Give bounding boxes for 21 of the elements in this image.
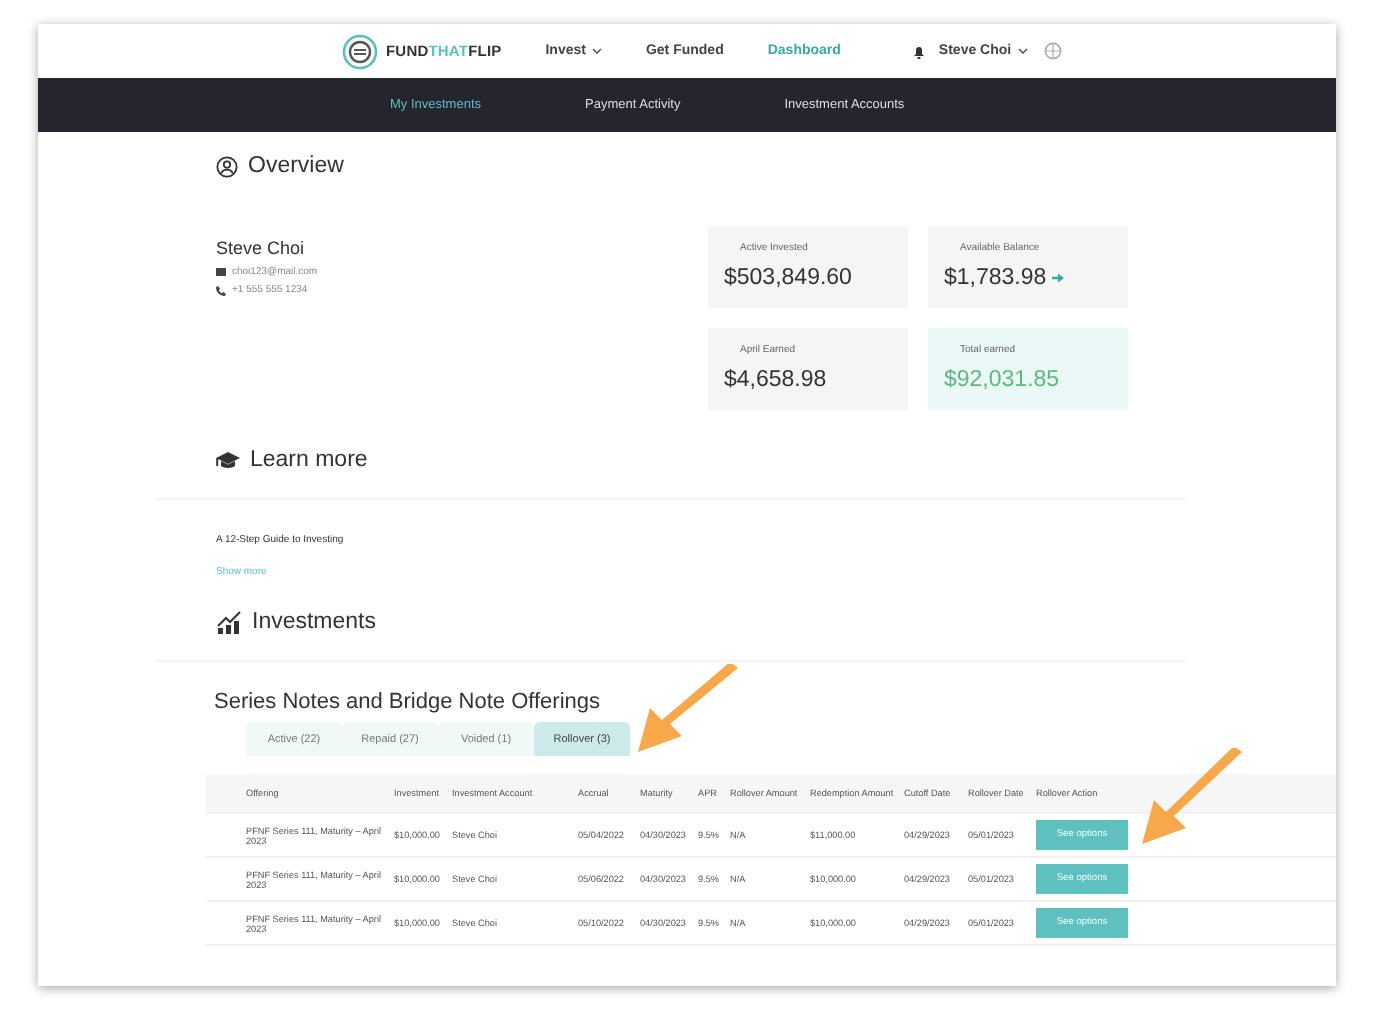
graduation-cap-icon <box>216 450 240 470</box>
chevron-down-icon[interactable] <box>1017 48 1028 54</box>
arrow-right-icon[interactable] <box>1052 272 1065 284</box>
stat-value: $92,031.85 <box>944 368 1060 392</box>
envelope-icon <box>216 268 226 276</box>
section-title: Investments <box>252 610 376 634</box>
stat-value: $1,783.98 <box>944 266 1047 290</box>
bell-icon[interactable] <box>912 43 927 59</box>
stat-value: $503,849.60 <box>724 266 852 290</box>
bar-chart-icon <box>216 610 242 634</box>
user-circle-icon <box>216 155 238 177</box>
annotation-arrow <box>634 664 742 756</box>
offerings-title: Series Notes and Bridge Note Offerings <box>214 690 603 714</box>
logo-icon <box>342 33 378 69</box>
section-title: Overview <box>248 154 344 178</box>
section-title: Learn more <box>250 448 368 472</box>
phone-icon <box>216 285 226 295</box>
annotation-arrow <box>1138 748 1246 848</box>
stat-value: $4,658.98 <box>724 368 827 392</box>
chevron-down-icon[interactable] <box>591 48 602 54</box>
profile-name: Steve Choi <box>216 238 307 258</box>
